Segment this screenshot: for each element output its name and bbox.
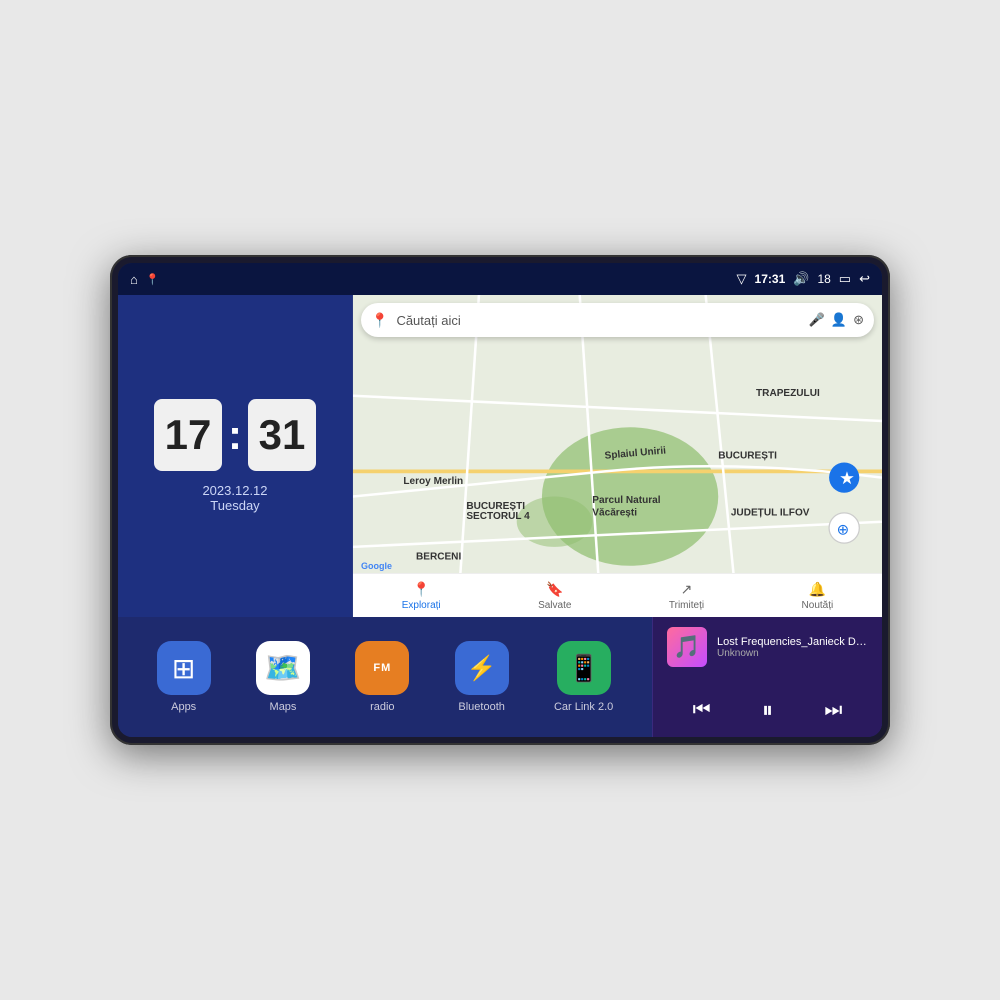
map-tab-explore[interactable]: 📍 Explorați [402,581,441,611]
explore-icon: 📍 [412,581,429,598]
svg-text:SECTORUL 4: SECTORUL 4 [466,511,530,522]
clock-separator: : [228,399,242,471]
map-search-text[interactable]: Căutați aici [396,313,800,328]
volume-icon[interactable]: 🔊 [793,271,809,287]
status-time: 17:31 [755,272,786,286]
svg-text:BUCUREȘTI: BUCUREȘTI [718,451,777,462]
app-item-maps[interactable]: 🗺️ Maps [256,641,310,713]
home-icon[interactable]: ⌂ [130,272,138,287]
bluetooth-icon-wrapper: ⚡ [455,641,509,695]
play-pause-button[interactable]: ⏸ [754,693,781,727]
music-player: 🎵 Lost Frequencies_Janieck Devy-... Unkn… [652,617,882,737]
app-item-radio[interactable]: FM radio [355,641,409,713]
music-controls: ⏮ ⏸ ⏭ [667,693,868,727]
map-search-bar[interactable]: 📍 Căutați aici 🎤 👤 ⊛ [361,303,874,337]
next-button[interactable]: ⏭ [816,695,850,726]
svg-text:Văcărești: Văcărești [592,507,637,518]
app-item-carlink[interactable]: 📱 Car Link 2.0 [554,641,613,713]
back-icon[interactable]: ↩ [859,271,870,287]
status-bar: ⌂ 📍 ▽ 17:31 🔊 18 ▭ ↩ [118,263,882,295]
app-item-bluetooth[interactable]: ⚡ Bluetooth [455,641,509,713]
clock-panel: 17 : 31 2023.12.12 Tuesday [118,295,353,617]
bottom-section: ⊞ Apps 🗺️ Maps FM [118,617,882,737]
svg-text:TRAPEZULUI: TRAPEZULUI [756,388,820,399]
radio-icon-wrapper: FM [355,641,409,695]
share-icon: ↗ [681,581,693,598]
svg-text:★: ★ [839,468,855,488]
music-artist: Unknown [717,648,868,659]
bluetooth-icon: ⚡ [467,654,497,683]
maps-label: Maps [270,701,297,713]
svg-text:Parcul Natural: Parcul Natural [592,495,660,506]
clock-minutes: 31 [248,399,316,471]
map-bottom-bar: 📍 Explorați 🔖 Salvate ↗ Trimiteți 🔔 [353,573,882,617]
svg-text:⊕: ⊕ [837,521,850,538]
main-area: 17 : 31 2023.12.12 Tuesday [118,295,882,737]
news-icon: 🔔 [809,581,826,598]
map-tab-share[interactable]: ↗ Trimiteți [669,581,704,611]
screen: ⌂ 📍 ▽ 17:31 🔊 18 ▭ ↩ 17 : [118,263,882,737]
music-info: 🎵 Lost Frequencies_Janieck Devy-... Unkn… [667,627,868,667]
maps-icon[interactable]: 📍 [146,273,160,286]
maps-app-icon: 🗺️ [264,651,301,686]
google-logo: Google [361,561,392,571]
svg-text:Leroy Merlin: Leroy Merlin [403,476,463,487]
mic-icon[interactable]: 🎤 [809,312,825,328]
carlink-icon-wrapper: 📱 [557,641,611,695]
clock-day: Tuesday [210,498,259,513]
map-pin-icon: 📍 [371,312,388,329]
prev-button[interactable]: ⏮ [685,695,719,726]
top-section: 17 : 31 2023.12.12 Tuesday [118,295,882,617]
signal-icon: ▽ [737,271,747,287]
clock-display: 17 : 31 [154,399,316,471]
svg-text:JUDEȚUL ILFOV: JUDEȚUL ILFOV [731,507,810,518]
music-details: Lost Frequencies_Janieck Devy-... Unknow… [717,636,868,659]
map-panel[interactable]: BUCUREȘTI JUDEȚUL ILFOV TRAPEZULUI Parcu… [353,295,882,617]
svg-text:BERCENI: BERCENI [416,551,461,562]
app-item-apps[interactable]: ⊞ Apps [157,641,211,713]
map-tab-news[interactable]: 🔔 Noutăți [802,581,834,611]
apps-label: Apps [171,701,196,713]
bluetooth-label: Bluetooth [458,701,504,713]
clock-date: 2023.12.12 [202,483,267,498]
status-right: ▽ 17:31 🔊 18 ▭ ↩ [737,271,870,287]
battery-icon: ▭ [839,271,851,287]
map-search-icons: 🎤 👤 ⊛ [809,312,864,328]
radio-label: radio [370,701,394,713]
status-left: ⌂ 📍 [130,272,160,287]
radio-icon: FM [373,662,391,674]
apps-icon-wrapper: ⊞ [157,641,211,695]
account-icon[interactable]: 👤 [831,312,847,328]
music-title: Lost Frequencies_Janieck Devy-... [717,636,868,648]
battery-level: 18 [817,272,830,286]
music-thumbnail: 🎵 [667,627,707,667]
carlink-icon: 📱 [567,653,599,684]
apps-icon: ⊞ [172,652,195,685]
maps-icon-wrapper: 🗺️ [256,641,310,695]
carlink-label: Car Link 2.0 [554,701,613,713]
more-icon[interactable]: ⊛ [853,312,864,328]
saved-icon: 🔖 [546,581,563,598]
device-shell: ⌂ 📍 ▽ 17:31 🔊 18 ▭ ↩ 17 : [110,255,890,745]
app-launcher: ⊞ Apps 🗺️ Maps FM [118,617,652,737]
clock-hours: 17 [154,399,222,471]
map-tab-saved[interactable]: 🔖 Salvate [538,581,571,611]
